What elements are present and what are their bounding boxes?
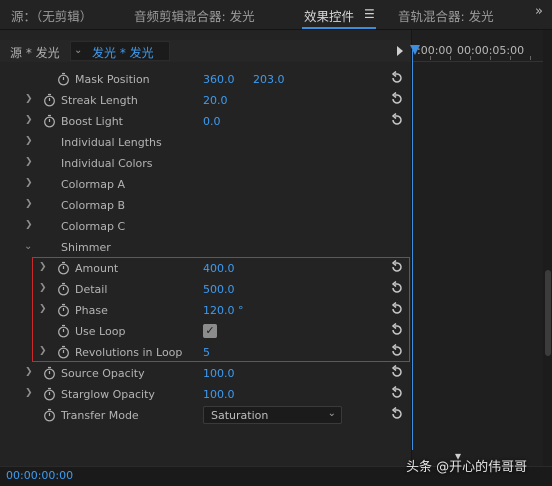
playhead-handle[interactable]	[410, 45, 420, 55]
starglow-opacity-value[interactable]: 100.0	[203, 388, 235, 401]
property-group-label: Colormap A	[61, 178, 125, 191]
ruler-start-time: :00:00	[417, 44, 453, 57]
panel-menu-icon[interactable]: ☰	[364, 7, 375, 21]
streak-length-value[interactable]: 20.0	[203, 94, 228, 107]
chevron-right-icon[interactable]: ❯	[25, 94, 33, 104]
ruler-baseline	[412, 61, 552, 62]
active-tab-indicator	[302, 27, 376, 29]
property-label: Transfer Mode	[61, 409, 139, 422]
row-colormap-a[interactable]: ❯ Colormap A	[0, 174, 411, 195]
chevron-right-icon[interactable]: ❯	[25, 136, 33, 146]
tab-audio-clip-mixer[interactable]: 音频剪辑混合器: 发光	[134, 6, 255, 25]
mask-position-y[interactable]: 203.0	[253, 73, 285, 86]
stopwatch-icon[interactable]	[43, 408, 56, 422]
source-bar	[0, 40, 411, 62]
property-group-label: Individual Colors	[61, 157, 153, 170]
watermark-text: 头条 @开心的伟哥哥	[406, 460, 528, 475]
chevron-right-icon[interactable]: ❯	[25, 115, 33, 125]
ruler-tick	[450, 56, 451, 60]
chevron-right-icon[interactable]: ❯	[25, 157, 33, 167]
row-shimmer[interactable]: ⌄ Shimmer	[0, 237, 411, 258]
ruler-tick	[490, 56, 491, 60]
play-icon[interactable]	[397, 46, 403, 56]
transfer-mode-select[interactable]: Saturation ⌄	[203, 406, 342, 424]
property-group-label: Colormap B	[61, 199, 126, 212]
chevron-down-icon[interactable]: ⌄	[24, 241, 32, 252]
playhead-line	[412, 50, 413, 450]
chevron-right-icon[interactable]: ❯	[25, 199, 33, 209]
source-label: 源 * 发光	[10, 46, 60, 60]
clip-name[interactable]: 发光 * 发光	[92, 44, 154, 61]
row-mask-position: Mask Position 360.0 203.0	[0, 69, 411, 90]
stopwatch-icon[interactable]	[43, 387, 56, 401]
shimmer-highlight-box	[32, 257, 410, 362]
property-label: Source Opacity	[61, 367, 145, 380]
row-transfer-mode: Transfer Mode Saturation ⌄	[0, 405, 411, 426]
reset-icon[interactable]	[390, 365, 404, 379]
source-opacity-value[interactable]: 100.0	[203, 367, 235, 380]
property-label: Boost Light	[61, 115, 123, 128]
transfer-mode-value: Saturation	[211, 409, 269, 422]
stopwatch-icon[interactable]	[57, 72, 70, 86]
row-boost-light: ❯ Boost Light 0.0	[0, 111, 411, 132]
chevron-right-icon[interactable]: ❯	[25, 388, 33, 398]
reset-icon[interactable]	[390, 407, 404, 421]
boost-light-value[interactable]: 0.0	[203, 115, 221, 128]
scrollbar-thumb[interactable]	[545, 270, 551, 356]
reset-icon[interactable]	[390, 386, 404, 400]
ruler-tick	[430, 56, 431, 60]
row-individual-colors[interactable]: ❯ Individual Colors	[0, 153, 411, 174]
row-colormap-b[interactable]: ❯ Colormap B	[0, 195, 411, 216]
mask-position-x[interactable]: 360.0	[203, 73, 235, 86]
chevron-right-icon[interactable]: ❯	[25, 178, 33, 188]
property-label: Mask Position	[75, 73, 150, 86]
tab-overflow-icon[interactable]: »	[535, 4, 543, 19]
ruler-tick	[530, 56, 531, 60]
reset-icon[interactable]	[390, 92, 404, 106]
property-group-label: Colormap C	[61, 220, 126, 233]
stopwatch-icon[interactable]	[43, 93, 56, 107]
property-group-label: Shimmer	[61, 241, 111, 254]
chevron-down-icon: ⌄	[327, 408, 336, 419]
chevron-down-icon[interactable]: ⌄	[74, 45, 82, 56]
timeline-pane	[411, 30, 552, 466]
stopwatch-icon[interactable]	[43, 366, 56, 380]
property-label: Starglow Opacity	[61, 388, 155, 401]
row-starglow-opacity: ❯ Starglow Opacity 100.0	[0, 384, 411, 405]
reset-icon[interactable]	[390, 113, 404, 127]
property-group-label: Individual Lengths	[61, 136, 162, 149]
tab-audio-track-mixer[interactable]: 音轨混合器: 发光	[398, 6, 494, 25]
tab-source[interactable]: 源：（无剪辑）	[11, 6, 92, 25]
chevron-right-icon[interactable]: ❯	[25, 367, 33, 377]
row-individual-lengths[interactable]: ❯ Individual Lengths	[0, 132, 411, 153]
property-label: Streak Length	[61, 94, 138, 107]
vertical-scrollbar[interactable]	[543, 30, 552, 466]
row-colormap-c[interactable]: ❯ Colormap C	[0, 216, 411, 237]
reset-icon[interactable]	[390, 71, 404, 85]
row-source-opacity: ❯ Source Opacity 100.0	[0, 363, 411, 384]
ruler-tick	[470, 56, 471, 60]
row-streak-length: ❯ Streak Length 20.0	[0, 90, 411, 111]
current-timecode[interactable]: 00:00:00:00	[6, 469, 73, 482]
chevron-right-icon[interactable]: ❯	[25, 220, 33, 230]
stopwatch-icon[interactable]	[43, 114, 56, 128]
ruler-tick	[510, 56, 511, 60]
tab-effect-controls[interactable]: 效果控件	[304, 6, 354, 25]
